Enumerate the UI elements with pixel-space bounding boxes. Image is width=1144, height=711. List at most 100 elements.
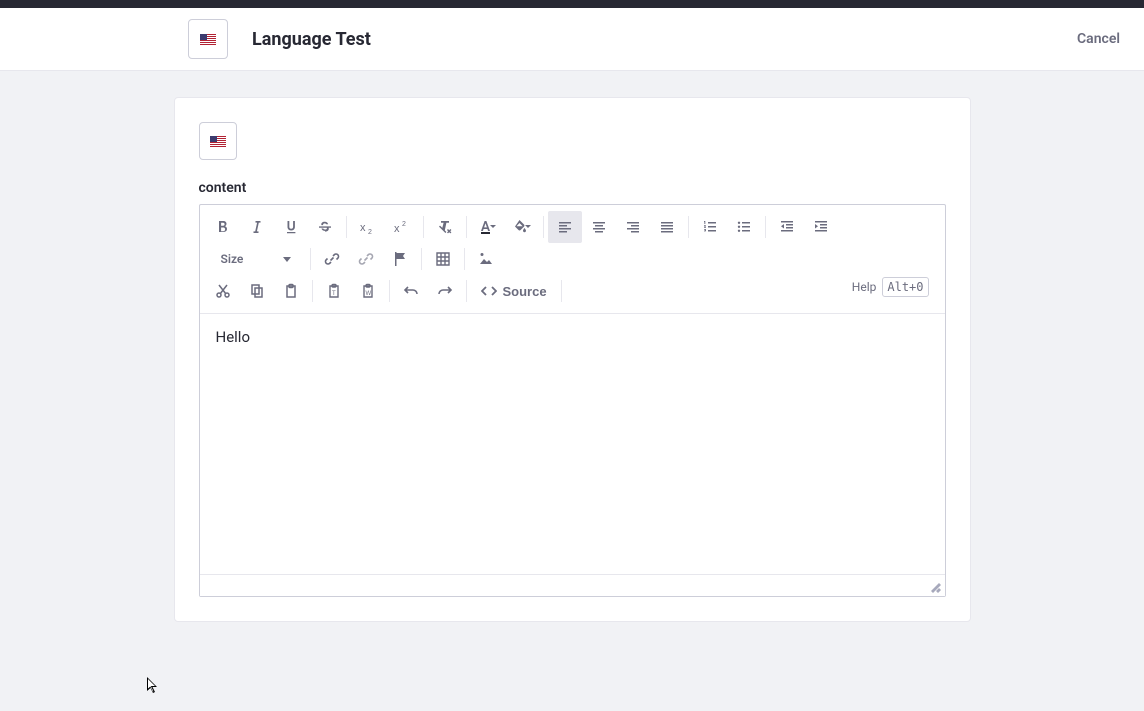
toolbar-separator: [346, 216, 347, 238]
flag-us-icon: [210, 136, 226, 147]
align-justify-icon: [659, 219, 675, 235]
subscript-icon: x2: [359, 219, 377, 235]
table-icon: [435, 251, 451, 267]
text-color-icon: [478, 219, 498, 235]
cancel-button[interactable]: Cancel: [1077, 31, 1120, 47]
rich-text-editor: x2 x2: [199, 204, 946, 597]
toolbar-separator: [561, 280, 562, 302]
svg-text:x: x: [360, 222, 366, 234]
toolbar-separator: [466, 280, 467, 302]
toolbar-separator: [466, 216, 467, 238]
help-label: Help: [852, 280, 877, 294]
italic-icon: [249, 219, 265, 235]
align-right-button[interactable]: [616, 211, 650, 243]
anchor-button[interactable]: [383, 243, 417, 275]
redo-icon: [437, 283, 453, 299]
paste-plain-button[interactable]: T: [317, 275, 351, 307]
indent-icon: [813, 219, 829, 235]
unlink-button[interactable]: [349, 243, 383, 275]
editor-toolbar: x2 x2: [200, 205, 945, 314]
paste-button[interactable]: [274, 275, 308, 307]
outdent-icon: [779, 219, 795, 235]
field-label: content: [199, 180, 946, 196]
underline-button[interactable]: [274, 211, 308, 243]
strikethrough-button[interactable]: [308, 211, 342, 243]
link-button[interactable]: [315, 243, 349, 275]
unlink-icon: [358, 251, 374, 267]
outdent-button[interactable]: [770, 211, 804, 243]
text-color-button[interactable]: [471, 211, 505, 243]
topbar: [0, 0, 1144, 8]
toolbar-separator: [765, 216, 766, 238]
image-icon: [478, 251, 494, 267]
align-left-icon: [557, 219, 573, 235]
source-icon: [481, 284, 497, 298]
table-button[interactable]: [426, 243, 460, 275]
remove-format-icon: [437, 219, 453, 235]
unordered-list-icon: [736, 219, 752, 235]
ordered-list-button[interactable]: [693, 211, 727, 243]
toolbar-separator: [389, 280, 390, 302]
paste-word-button[interactable]: W: [351, 275, 385, 307]
bold-button[interactable]: [206, 211, 240, 243]
align-left-button[interactable]: [548, 211, 582, 243]
toolbar-separator: [464, 248, 465, 270]
toolbar-separator: [543, 216, 544, 238]
cut-icon: [215, 283, 231, 299]
align-center-button[interactable]: [582, 211, 616, 243]
align-center-icon: [591, 219, 607, 235]
copy-icon: [249, 283, 265, 299]
toolbar-separator: [310, 248, 311, 270]
unordered-list-button[interactable]: [727, 211, 761, 243]
font-size-label: Size: [221, 252, 244, 266]
superscript-icon: x2: [393, 219, 411, 235]
align-right-icon: [625, 219, 641, 235]
cut-button[interactable]: [206, 275, 240, 307]
toolbar-separator: [312, 280, 313, 302]
language-selector-button[interactable]: [188, 19, 228, 59]
resize-grip-icon[interactable]: [931, 583, 941, 593]
indent-button[interactable]: [804, 211, 838, 243]
align-justify-button[interactable]: [650, 211, 684, 243]
svg-text:2: 2: [402, 221, 406, 228]
image-button[interactable]: [469, 243, 503, 275]
editor-textarea[interactable]: Hello: [200, 314, 945, 574]
header: Language Test Cancel: [0, 8, 1144, 71]
field-language-selector-button[interactable]: [199, 122, 237, 160]
background-color-icon: [512, 219, 532, 235]
undo-icon: [403, 283, 419, 299]
font-size-select[interactable]: Size: [210, 243, 302, 275]
help-hint[interactable]: Help Alt+0: [852, 277, 929, 297]
bold-icon: [215, 219, 231, 235]
paste-word-icon: W: [360, 283, 376, 299]
flag-us-icon: [200, 34, 216, 45]
underline-icon: [283, 219, 299, 235]
superscript-button[interactable]: x2: [385, 211, 419, 243]
toolbar-separator: [688, 216, 689, 238]
toolbar-separator: [421, 248, 422, 270]
source-label: Source: [503, 284, 547, 299]
editor-content: Hello: [216, 328, 251, 346]
paste-text-icon: T: [326, 283, 342, 299]
editor-footer: [200, 574, 945, 596]
strikethrough-icon: [317, 219, 333, 235]
undo-button[interactable]: [394, 275, 428, 307]
source-button[interactable]: Source: [471, 275, 557, 307]
svg-text:2: 2: [368, 229, 372, 235]
copy-button[interactable]: [240, 275, 274, 307]
page-title: Language Test: [252, 29, 371, 50]
background-color-button[interactable]: [505, 211, 539, 243]
remove-format-button[interactable]: [428, 211, 462, 243]
cursor-icon: [147, 677, 159, 695]
help-shortcut: Alt+0: [882, 277, 928, 297]
svg-text:x: x: [394, 223, 400, 235]
chevron-down-icon: [283, 257, 291, 262]
italic-button[interactable]: [240, 211, 274, 243]
link-icon: [324, 251, 340, 267]
content-card: content: [174, 97, 971, 622]
svg-text:W: W: [365, 291, 371, 297]
subscript-button[interactable]: x2: [351, 211, 385, 243]
flag-icon: [393, 251, 407, 267]
toolbar-separator: [423, 216, 424, 238]
redo-button[interactable]: [428, 275, 462, 307]
